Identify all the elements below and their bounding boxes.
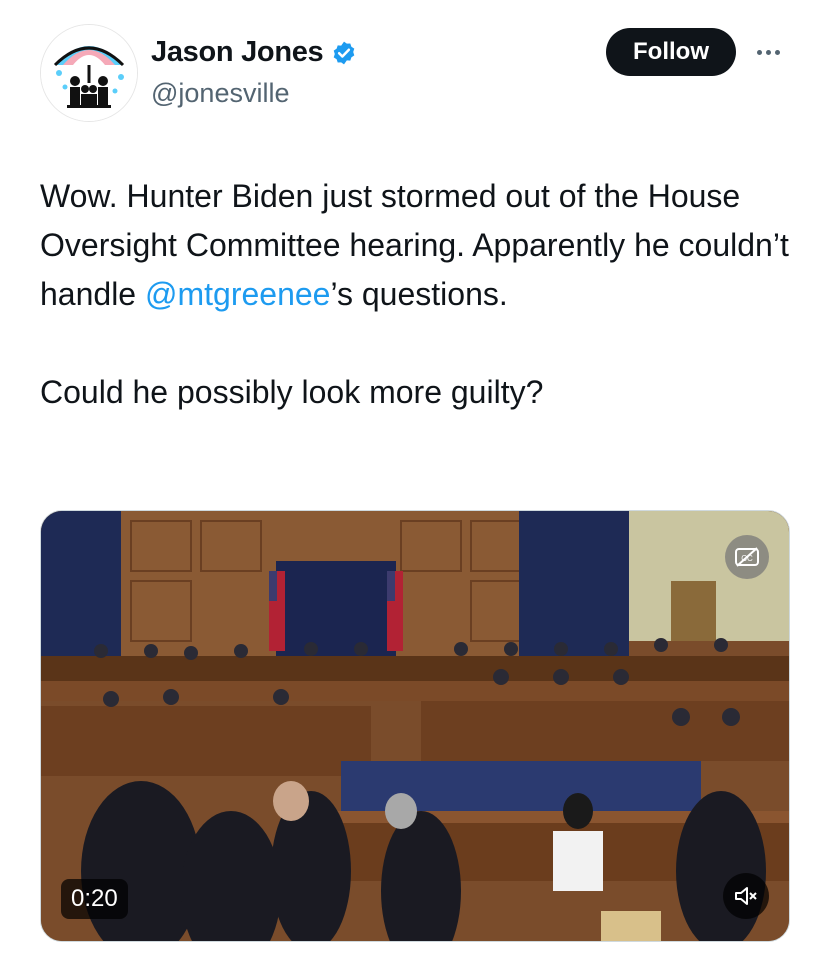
closed-captions-off-icon: CC (735, 547, 759, 567)
muted-speaker-icon (735, 887, 757, 905)
video-frame (41, 511, 789, 941)
verified-badge-icon (331, 40, 357, 66)
captions-button[interactable]: CC (725, 535, 769, 579)
author-name-row[interactable]: Jason Jones (151, 36, 357, 69)
tweet-text-part-2: ’s questions. (330, 276, 508, 312)
more-horizontal-icon (774, 49, 780, 55)
video-duration: 0:20 (61, 879, 128, 919)
umbrella-family-icon (41, 25, 137, 121)
avatar[interactable] (40, 24, 138, 122)
more-horizontal-icon (765, 49, 771, 55)
more-options-button[interactable] (748, 40, 788, 64)
video-player[interactable]: CC 0:20 (40, 510, 790, 942)
follow-button[interactable]: Follow (606, 28, 736, 76)
tweet-text: Wow. Hunter Biden just stormed out of th… (40, 172, 800, 417)
author-display-name[interactable]: Jason Jones (151, 36, 324, 69)
more-horizontal-icon (756, 49, 762, 55)
tweet-paragraph-2: Could he possibly look more guilty? (40, 374, 544, 410)
mention-link[interactable]: @mtgreenee (145, 276, 330, 312)
tweet-paragraph-1: Wow. Hunter Biden just stormed out of th… (40, 172, 800, 319)
author-handle[interactable]: @jonesville (151, 78, 289, 109)
mute-button[interactable] (723, 873, 769, 919)
